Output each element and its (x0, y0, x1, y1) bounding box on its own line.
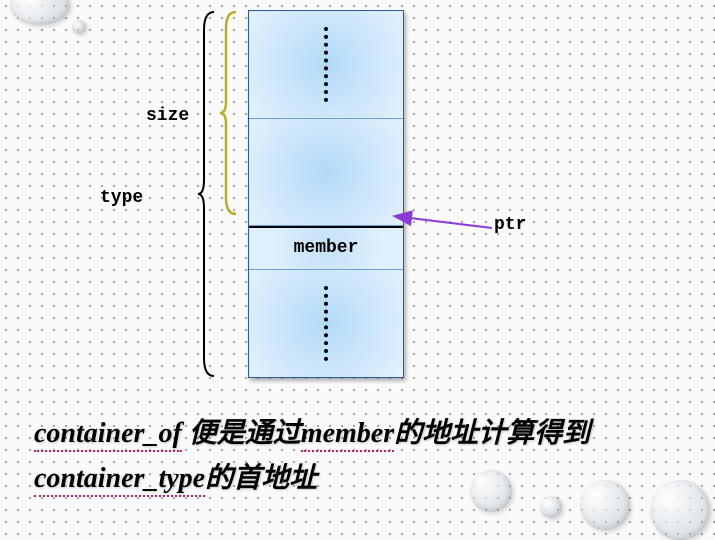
caption-seg-1: 便是通过 (182, 418, 301, 449)
struct-cell-mid (249, 119, 403, 227)
vertical-ellipsis-icon (324, 27, 328, 102)
struct-cell-bottom (249, 270, 403, 377)
type-label: type (100, 188, 143, 208)
member-label: member (294, 238, 359, 258)
vertical-ellipsis-icon (324, 286, 328, 361)
struct-cell-top (249, 11, 403, 119)
ptr-arrow (404, 216, 494, 236)
bubble-decoration (72, 20, 86, 34)
struct-box: member (248, 10, 404, 378)
caption-seg-2: 的地址计算得到 (394, 418, 590, 449)
bubble-decoration (10, 0, 70, 25)
member-top-line (249, 226, 403, 228)
struct-cell-member: member (249, 226, 403, 270)
caption-code-container-of: container_of (34, 418, 182, 452)
caption-text: container_of 便是通过member的地址计算得到 container_… (34, 412, 705, 502)
caption-seg-3: 的首地址 (205, 463, 317, 494)
type-brace (196, 10, 216, 378)
ptr-label: ptr (494, 215, 526, 235)
caption-code-member: member (301, 418, 394, 452)
size-brace (218, 10, 238, 216)
caption-code-container-type: container_type (34, 463, 205, 497)
size-label: size (146, 106, 189, 126)
